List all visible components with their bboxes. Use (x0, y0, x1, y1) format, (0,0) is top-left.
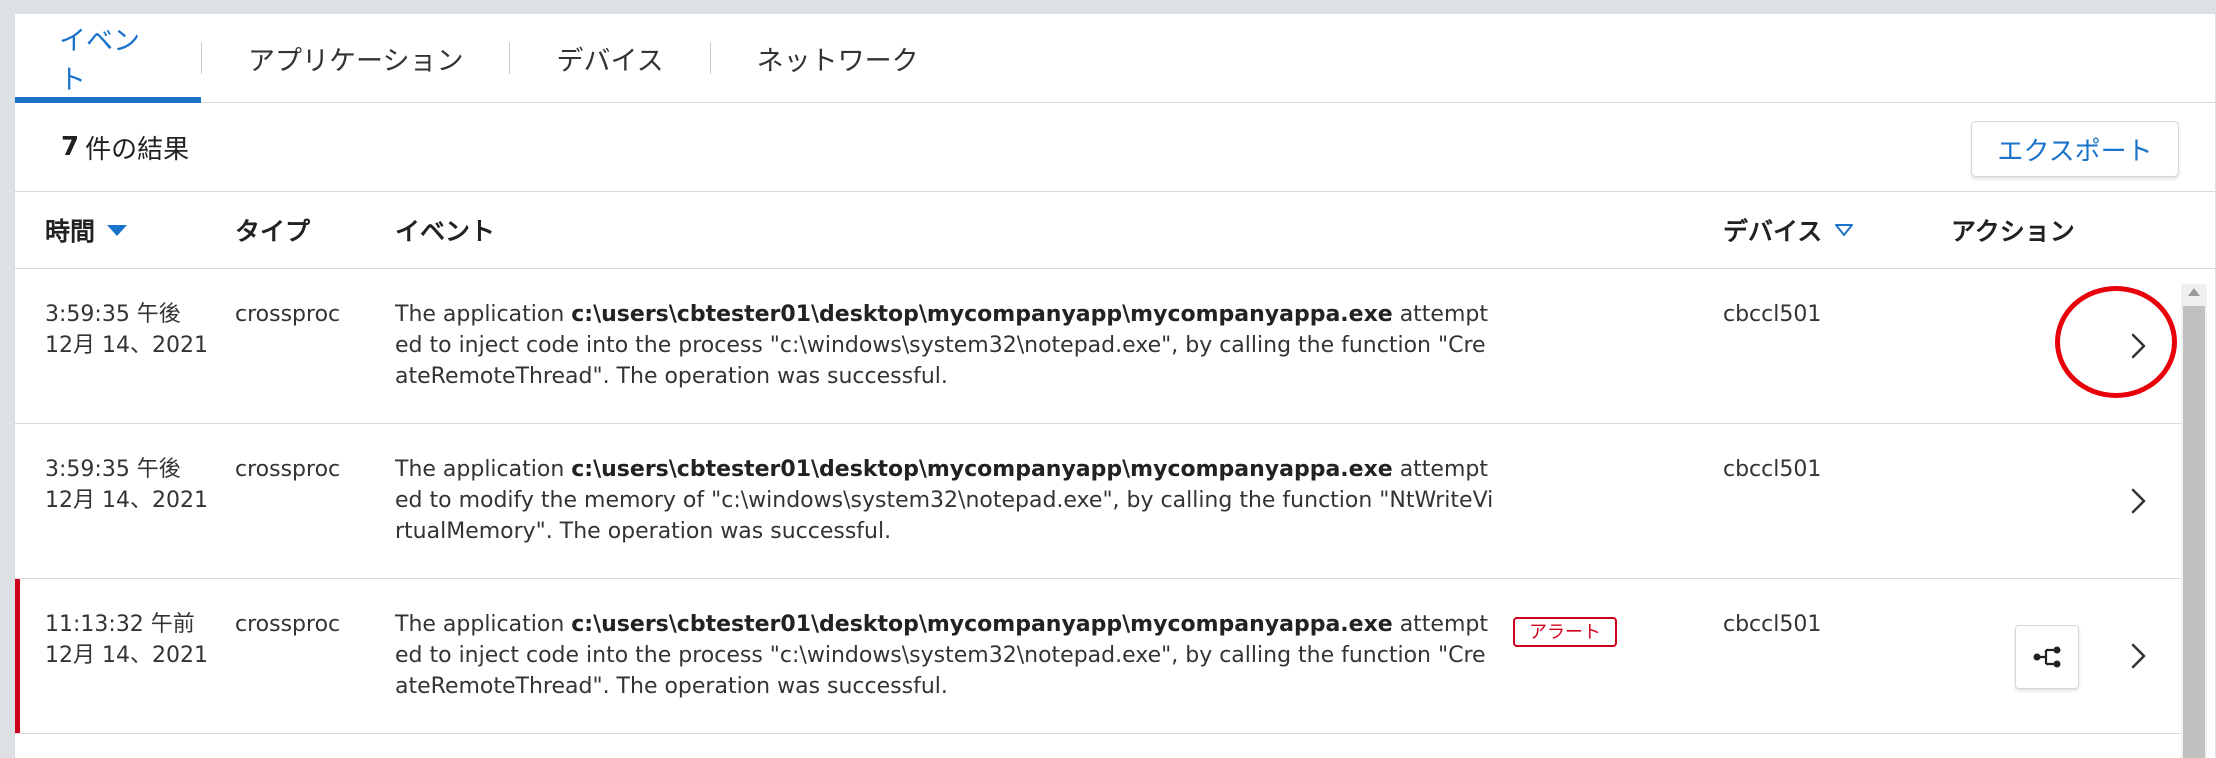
event-application-path: c:\users\cbtester01\desktop\mycompanyapp… (571, 612, 1393, 637)
tab-events[interactable]: イベント (15, 14, 201, 103)
event-application-path: c:\users\cbtester01\desktop\mycompanyapp… (571, 457, 1393, 482)
column-header-time-label: 時間 (45, 217, 96, 246)
tab-devices[interactable]: デバイス (510, 14, 709, 102)
time-cell: 11:13:32 午前 12月 14、2021 (45, 609, 225, 671)
tab-network[interactable]: ネットワーク (711, 14, 965, 102)
column-header-event: イベント (395, 217, 496, 246)
event-text-prefix: The application (395, 302, 572, 327)
date-value: 12月 14、2021 (45, 333, 208, 358)
event-text-prefix: The application (395, 612, 572, 637)
date-value: 12月 14、2021 (45, 488, 208, 513)
caret-down-icon[interactable] (107, 224, 128, 236)
caret-down-outline-icon[interactable] (1834, 223, 1854, 237)
tab-bar: イベント アプリケーション デバイス ネットワーク (15, 14, 2215, 103)
result-count-number: 7 (61, 132, 80, 162)
scrollbar-thumb[interactable] (2183, 306, 2205, 758)
time-value: 11:13:32 午前 (45, 612, 195, 637)
time-value: 3:59:35 午後 (45, 457, 181, 482)
type-cell: crossproc (235, 302, 341, 327)
time-cell: 3:59:35 午後 12月 14、2021 (45, 299, 225, 361)
table-row: 3:59:35 午後 12月 14、2021 crossproc The app… (15, 269, 2185, 424)
event-table-body: 3:59:35 午後 12月 14、2021 crossproc The app… (15, 269, 2185, 734)
alert-badge[interactable]: アラート (1513, 617, 1617, 647)
chevron-right-icon[interactable] (2121, 484, 2155, 518)
result-count-label: 件の結果 (85, 134, 190, 165)
chevron-right-icon[interactable] (2121, 639, 2155, 673)
type-cell: crossproc (235, 612, 341, 637)
tab-applications[interactable]: アプリケーション (202, 14, 509, 102)
device-cell[interactable]: cbccl501 (1723, 609, 1821, 640)
events-panel: イベント アプリケーション デバイス ネットワーク 7 件の結果 エクスポート … (14, 14, 2215, 758)
date-value: 12月 14、2021 (45, 643, 208, 668)
chevron-right-icon[interactable] (2121, 329, 2155, 363)
process-tree-icon (2033, 646, 2061, 668)
time-cell: 3:59:35 午後 12月 14、2021 (45, 454, 225, 516)
scroll-up-arrow-icon[interactable] (2188, 288, 2200, 296)
event-cell: The application c:\users\cbtester01\desk… (395, 609, 1495, 702)
device-cell[interactable]: cbccl501 (1723, 299, 1821, 330)
vertical-scrollbar[interactable] (2181, 284, 2207, 758)
result-count: 7 件の結果 (61, 103, 189, 191)
column-header-action: アクション (1951, 217, 2075, 246)
column-header-device-label: デバイス (1723, 217, 1823, 246)
event-application-path: c:\users\cbtester01\desktop\mycompanyapp… (571, 302, 1393, 327)
result-bar: 7 件の結果 エクスポート (15, 103, 2215, 192)
event-text-prefix: The application (395, 457, 572, 482)
column-header-device[interactable]: デバイス (1723, 192, 1854, 268)
table-row: 3:59:35 午後 12月 14、2021 crossproc The app… (15, 424, 2185, 579)
time-value: 3:59:35 午後 (45, 302, 181, 327)
event-cell: The application c:\users\cbtester01\desk… (395, 299, 1495, 392)
device-cell[interactable]: cbccl501 (1723, 454, 1821, 485)
type-cell: crossproc (235, 457, 341, 482)
process-tree-button[interactable] (2015, 625, 2079, 689)
column-header-time[interactable]: 時間 (45, 192, 128, 268)
column-header-type: タイプ (235, 217, 311, 246)
event-cell: The application c:\users\cbtester01\desk… (395, 454, 1495, 547)
table-header: 時間 タイプ イベント デバイス アクション (15, 192, 2215, 269)
table-row-alert: 11:13:32 午前 12月 14、2021 crossproc The ap… (15, 579, 2185, 734)
export-button[interactable]: エクスポート (1971, 121, 2179, 177)
